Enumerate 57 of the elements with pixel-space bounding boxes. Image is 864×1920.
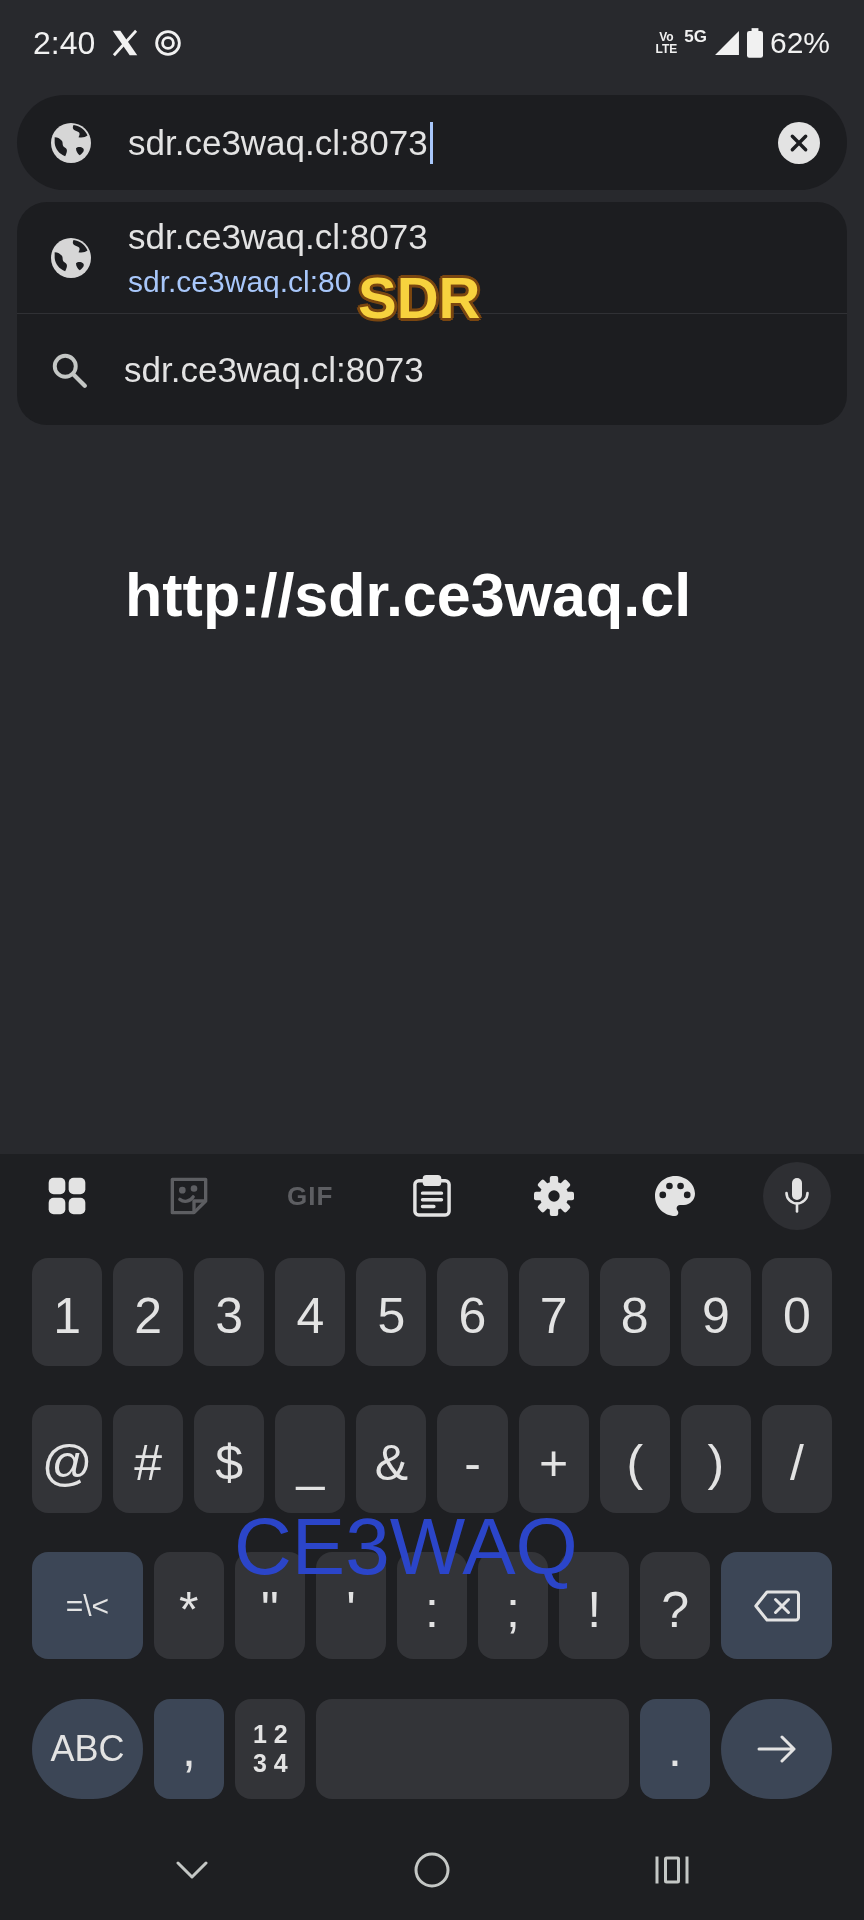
keyboard-key[interactable]: _ [275, 1405, 346, 1513]
battery-icon [746, 28, 763, 58]
keyboard-key[interactable]: - [437, 1405, 508, 1513]
keyboard-key[interactable]: 5 [356, 1258, 427, 1366]
clipboard-icon[interactable] [413, 1175, 451, 1217]
keyboard-key[interactable]: =\< [32, 1552, 143, 1659]
network-type-text: 5G [684, 27, 707, 47]
keyboard-key[interactable]: $ [194, 1405, 265, 1513]
keyboard-key[interactable]: 6 [437, 1258, 508, 1366]
keyboard-key[interactable]: 2 [113, 1258, 184, 1366]
signal-icon [713, 30, 740, 56]
keyboard-key[interactable]: # [113, 1405, 184, 1513]
keyboard-key[interactable]: , [153, 1699, 225, 1799]
keyboard-key[interactable]: + [518, 1405, 589, 1513]
keyboard-key[interactable]: 8 [599, 1258, 670, 1366]
keyboard-key[interactable]: @ [32, 1405, 103, 1513]
overlay-label-text: SDR [358, 269, 481, 327]
chevron-down-icon[interactable] [176, 1860, 208, 1880]
overlay-url-text: http://sdr.ce3waq.cl [125, 560, 692, 630]
text-cursor [429, 121, 433, 164]
home-icon[interactable] [414, 1852, 450, 1888]
keyboard-key[interactable]: 1 2 3 4 [235, 1699, 306, 1799]
letter-x-icon [111, 29, 140, 57]
suggestion-title[interactable]: sdr.ce3waq.cl:8073 [124, 349, 424, 390]
keyboard-key[interactable]: * [153, 1552, 224, 1659]
keyboard-key[interactable]: 3 [194, 1258, 265, 1366]
keyboard-key[interactable]: . [639, 1699, 711, 1799]
keyboard-key[interactable]: 4 [275, 1258, 346, 1366]
settings-icon[interactable] [533, 1176, 574, 1216]
keyboard-key[interactable]: ? [640, 1552, 711, 1659]
keyboard-key[interactable]: 9 [680, 1258, 751, 1366]
address-field[interactable]: sdr.ce3waq.cl:8073 [17, 95, 847, 190]
clear-icon[interactable] [778, 121, 820, 164]
concentric-circles-icon [155, 30, 182, 56]
keyboard-key[interactable]: 0 [761, 1258, 832, 1366]
keyboard-key[interactable]: 7 [518, 1258, 589, 1366]
palette-icon[interactable] [655, 1176, 696, 1216]
keyboard-key[interactable]: ) [680, 1405, 751, 1513]
globe-icon [51, 122, 91, 163]
backspace-key[interactable] [721, 1552, 832, 1659]
apps-icon[interactable] [46, 1176, 87, 1216]
suggestion-title[interactable]: sdr.ce3waq.cl:8073 [128, 216, 428, 257]
network-badge-text: LTE [655, 43, 678, 55]
microphone-icon[interactable] [763, 1162, 832, 1230]
keyboard-key[interactable]: / [761, 1405, 832, 1513]
globe-icon [51, 237, 91, 278]
network-badge-text: Vo [659, 31, 674, 43]
keyboard-key[interactable]: & [356, 1405, 427, 1513]
arrow-icon [756, 1734, 797, 1764]
keyboard-key[interactable]: ( [599, 1405, 670, 1513]
backspace-icon [753, 1589, 800, 1622]
keyboard-key[interactable]: ABC [32, 1699, 143, 1799]
battery-percentage: 62% [769, 26, 830, 60]
recents-icon[interactable] [655, 1855, 689, 1885]
search-icon [51, 351, 87, 388]
status-time: 2:40 [33, 24, 96, 62]
keyboard-key[interactable]: 1 [32, 1258, 103, 1366]
